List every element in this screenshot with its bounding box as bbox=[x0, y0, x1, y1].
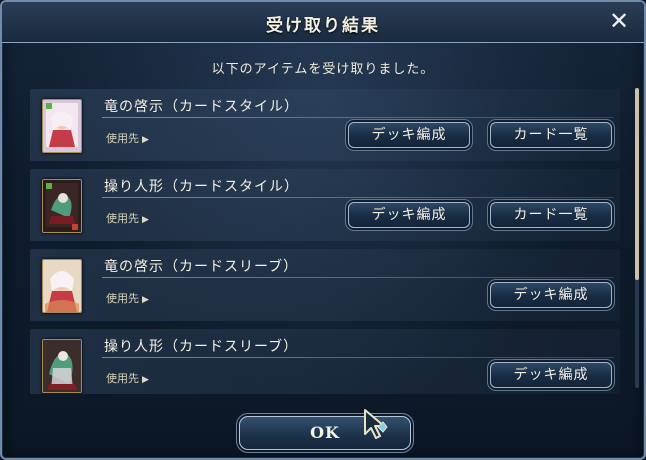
item-name: 竜の啓示（カードスタイル） bbox=[104, 99, 299, 115]
list-item: 竜の啓示（カードスタイル） 使用先 ▶ デッキ編成 カード一覧 bbox=[30, 86, 628, 166]
dialog-title: 受け取り結果 bbox=[266, 16, 380, 36]
chevron-right-icon: ▶ bbox=[142, 375, 149, 385]
deck-edit-button[interactable]: デッキ編成 bbox=[490, 282, 612, 308]
close-icon[interactable]: ✕ bbox=[606, 8, 632, 34]
card-list-button[interactable]: カード一覧 bbox=[490, 202, 612, 228]
item-name: 竜の啓示（カードスリーブ） bbox=[104, 259, 299, 275]
chevron-right-icon: ▶ bbox=[142, 295, 149, 305]
deck-edit-button[interactable]: デッキ編成 bbox=[490, 362, 612, 388]
list-scrollbar[interactable] bbox=[635, 88, 639, 388]
usage-link[interactable]: 使用先 ▶ bbox=[106, 130, 149, 146]
card-sleeve-thumbnail bbox=[42, 259, 82, 313]
deck-edit-button[interactable]: デッキ編成 bbox=[348, 122, 470, 148]
chevron-right-icon: ▶ bbox=[142, 135, 149, 145]
pointer-cursor-icon bbox=[364, 409, 388, 439]
divider bbox=[102, 197, 614, 198]
card-list-button[interactable]: カード一覧 bbox=[490, 122, 612, 148]
card-style-thumbnail bbox=[42, 99, 82, 153]
scrollbar-thumb[interactable] bbox=[635, 88, 639, 280]
received-message: 以下のアイテムを受け取りました。 bbox=[211, 62, 435, 77]
item-name: 操り人形（カードスリーブ） bbox=[104, 339, 299, 355]
card-style-thumbnail bbox=[42, 179, 82, 233]
receive-results-dialog: 受け取り結果 ✕ 以下のアイテムを受け取りました。 竜の啓示（カードスタイル） … bbox=[0, 0, 646, 460]
list-item: 操り人形（カードスリーブ） 使用先 ▶ デッキ編成 bbox=[30, 326, 628, 394]
usage-link[interactable]: 使用先 ▶ bbox=[106, 370, 149, 386]
card-sleeve-thumbnail bbox=[42, 339, 82, 393]
dialog-titlebar: 受け取り結果 ✕ bbox=[2, 2, 644, 43]
list-item: 竜の啓示（カードスリーブ） 使用先 ▶ デッキ編成 bbox=[30, 246, 628, 326]
deck-edit-button[interactable]: デッキ編成 bbox=[348, 202, 470, 228]
received-items-list[interactable]: 竜の啓示（カードスタイル） 使用先 ▶ デッキ編成 カード一覧 操り人形（カード… bbox=[30, 86, 628, 394]
chevron-right-icon: ▶ bbox=[142, 215, 149, 225]
divider bbox=[102, 277, 614, 278]
divider bbox=[102, 117, 614, 118]
usage-link[interactable]: 使用先 ▶ bbox=[106, 210, 149, 226]
divider bbox=[102, 357, 614, 358]
list-item: 操り人形（カードスタイル） 使用先 ▶ デッキ編成 カード一覧 bbox=[30, 166, 628, 246]
item-name: 操り人形（カードスタイル） bbox=[104, 179, 299, 195]
usage-link[interactable]: 使用先 ▶ bbox=[106, 290, 149, 306]
